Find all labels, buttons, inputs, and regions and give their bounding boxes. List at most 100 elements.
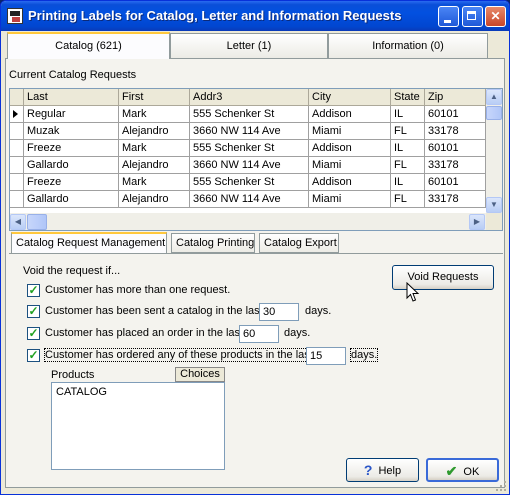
- close-button[interactable]: ✕: [485, 6, 506, 27]
- horizontal-scrollbar[interactable]: ◀ ▶: [10, 213, 486, 230]
- cell-addr3[interactable]: 3660 NW 114 Ave: [190, 123, 309, 140]
- tab-catalog-request-management[interactable]: Catalog Request Management: [11, 232, 167, 254]
- cell-addr3[interactable]: 555 Schenker St: [190, 140, 309, 157]
- row-indicator-cell: [10, 174, 24, 191]
- multiple-requests-label: Customer has more than one request.: [45, 284, 231, 296]
- ok-button-label: OK: [463, 466, 480, 478]
- products-ordered-days-suffix: days.: [349, 348, 379, 362]
- column-header-first[interactable]: First: [119, 89, 190, 106]
- cell-city[interactable]: Addison: [309, 140, 391, 157]
- table-row[interactable]: Regular Mark 555 Schenker St Addison IL …: [10, 106, 486, 123]
- order-placed-label: Customer has placed an order in the last: [45, 327, 244, 339]
- cell-addr3[interactable]: 555 Schenker St: [190, 106, 309, 123]
- cell-last[interactable]: Gallardo: [24, 191, 119, 208]
- catalog-sent-days-input[interactable]: 30: [259, 303, 299, 321]
- scroll-right-icon[interactable]: ▶: [469, 214, 485, 230]
- column-header-city[interactable]: City: [309, 89, 391, 106]
- catalog-requests-grid[interactable]: Last First Addr3 City State Zip Regular …: [9, 88, 503, 231]
- tab-catalog-printing[interactable]: Catalog Printing: [171, 233, 255, 253]
- cell-zip[interactable]: 60101: [425, 174, 486, 191]
- cell-first[interactable]: Alejandro: [119, 157, 190, 174]
- window-title: Printing Labels for Catalog, Letter and …: [28, 8, 402, 23]
- tab-information[interactable]: Information (0): [328, 33, 488, 58]
- column-header-last[interactable]: Last: [24, 89, 119, 106]
- cell-last[interactable]: Freeze: [24, 174, 119, 191]
- cell-first[interactable]: Alejandro: [119, 123, 190, 140]
- catalog-sent-label: Customer has been sent a catalog in the …: [45, 305, 263, 317]
- order-placed-checkbox[interactable]: ✓: [27, 327, 40, 340]
- maximize-button[interactable]: [462, 6, 483, 27]
- list-item[interactable]: CATALOG: [56, 386, 220, 398]
- row-indicator-cell: [10, 157, 24, 174]
- products-ordered-label: Customer has ordered any of these produc…: [44, 348, 314, 362]
- mouse-pointer-icon: [406, 282, 420, 302]
- cell-last[interactable]: Regular: [24, 106, 119, 123]
- column-header-state[interactable]: State: [391, 89, 425, 106]
- vertical-scrollbar[interactable]: ▲ ▼: [486, 89, 502, 213]
- products-ordered-checkbox[interactable]: ✓: [27, 349, 40, 362]
- tab-catalog-export[interactable]: Catalog Export: [259, 233, 339, 253]
- table-row[interactable]: Freeze Mark 555 Schenker St Addison IL 6…: [10, 174, 486, 191]
- void-condition-label: Void the request if...: [23, 265, 121, 277]
- tab-catalog[interactable]: Catalog (621): [7, 32, 170, 59]
- table-row[interactable]: Gallardo Alejandro 3660 NW 114 Ave Miami…: [10, 191, 486, 208]
- choices-button[interactable]: Choices: [175, 367, 225, 382]
- horizontal-scroll-thumb[interactable]: [27, 214, 47, 230]
- ok-button[interactable]: ✔ OK: [426, 458, 499, 482]
- products-label: Products: [51, 369, 95, 381]
- catalog-sent-checkbox[interactable]: ✓: [27, 305, 40, 318]
- row-indicator-cell: [10, 140, 24, 157]
- cell-city[interactable]: Addison: [309, 174, 391, 191]
- cell-last[interactable]: Gallardo: [24, 157, 119, 174]
- cell-zip[interactable]: 33178: [425, 123, 486, 140]
- cell-state[interactable]: IL: [391, 106, 425, 123]
- scroll-up-icon[interactable]: ▲: [486, 89, 502, 105]
- main-window: Printing Labels for Catalog, Letter and …: [0, 0, 510, 495]
- cell-first[interactable]: Mark: [119, 106, 190, 123]
- cell-first[interactable]: Mark: [119, 140, 190, 157]
- cell-addr3[interactable]: 3660 NW 114 Ave: [190, 191, 309, 208]
- cell-state[interactable]: FL: [391, 191, 425, 208]
- products-list[interactable]: CATALOG: [51, 382, 225, 470]
- column-header-zip[interactable]: Zip: [425, 89, 486, 106]
- cell-zip[interactable]: 33178: [425, 191, 486, 208]
- scroll-left-icon[interactable]: ◀: [10, 214, 26, 230]
- scroll-down-icon[interactable]: ▼: [486, 197, 502, 213]
- cell-zip[interactable]: 60101: [425, 140, 486, 157]
- row-indicator-cell: [10, 123, 24, 140]
- cell-city[interactable]: Miami: [309, 123, 391, 140]
- cell-last[interactable]: Muzak: [24, 123, 119, 140]
- cell-city[interactable]: Miami: [309, 191, 391, 208]
- printer-app-icon: [7, 8, 23, 24]
- multiple-requests-checkbox[interactable]: ✓: [27, 284, 40, 297]
- row-indicator-cell: [10, 106, 24, 123]
- table-row[interactable]: Muzak Alejandro 3660 NW 114 Ave Miami FL…: [10, 123, 486, 140]
- cell-zip[interactable]: 60101: [425, 106, 486, 123]
- cell-state[interactable]: IL: [391, 174, 425, 191]
- column-header-addr3[interactable]: Addr3: [190, 89, 309, 106]
- vertical-scroll-thumb[interactable]: [486, 106, 502, 120]
- table-row[interactable]: Freeze Mark 555 Schenker St Addison IL 6…: [10, 140, 486, 157]
- cell-city[interactable]: Miami: [309, 157, 391, 174]
- table-row[interactable]: Gallardo Alejandro 3660 NW 114 Ave Miami…: [10, 157, 486, 174]
- help-button[interactable]: ? Help: [346, 458, 419, 482]
- minimize-button[interactable]: [438, 6, 459, 27]
- cell-addr3[interactable]: 555 Schenker St: [190, 174, 309, 191]
- cell-city[interactable]: Addison: [309, 106, 391, 123]
- cell-addr3[interactable]: 3660 NW 114 Ave: [190, 157, 309, 174]
- cell-zip[interactable]: 33178: [425, 157, 486, 174]
- cell-first[interactable]: Mark: [119, 174, 190, 191]
- row-indicator-cell: [10, 191, 24, 208]
- cell-state[interactable]: FL: [391, 157, 425, 174]
- request-type-tabs: Catalog (621) Letter (1) Information (0): [7, 32, 501, 59]
- tab-letter[interactable]: Letter (1): [170, 33, 328, 58]
- cell-state[interactable]: IL: [391, 140, 425, 157]
- order-placed-days-input[interactable]: 60: [239, 325, 279, 343]
- header-indicator-cell: [10, 89, 24, 106]
- cell-first[interactable]: Alejandro: [119, 191, 190, 208]
- title-bar[interactable]: Printing Labels for Catalog, Letter and …: [1, 1, 509, 31]
- products-ordered-days-input[interactable]: 15: [306, 347, 346, 365]
- cell-state[interactable]: FL: [391, 123, 425, 140]
- resize-grip-icon[interactable]: [495, 480, 507, 492]
- cell-last[interactable]: Freeze: [24, 140, 119, 157]
